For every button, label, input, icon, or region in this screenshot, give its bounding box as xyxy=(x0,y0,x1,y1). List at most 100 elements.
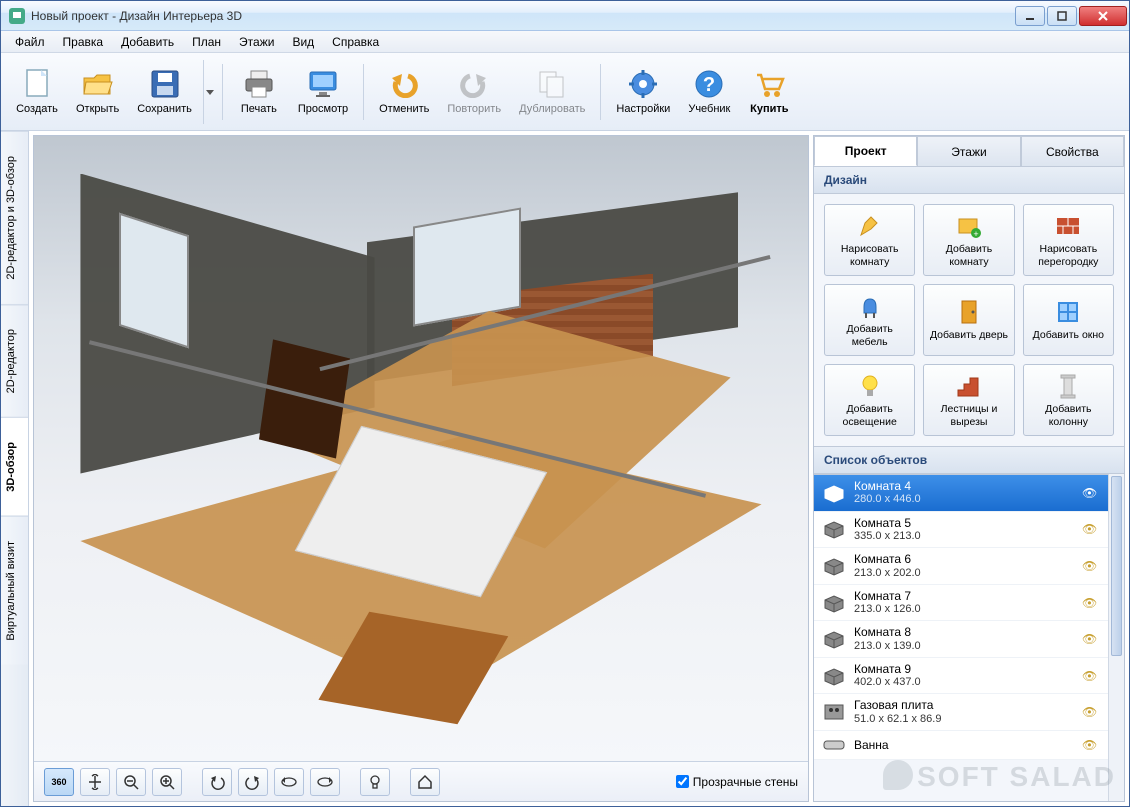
tab-properties[interactable]: Свойства xyxy=(1021,136,1124,166)
stairs-button[interactable]: Лестницы и вырезы xyxy=(923,364,1014,436)
visibility-icon[interactable]: 👁 xyxy=(1082,669,1100,683)
side-tab-3d[interactable]: 3D-обзор xyxy=(1,417,28,516)
home-button[interactable] xyxy=(410,768,440,796)
zoom-in-button[interactable] xyxy=(152,768,182,796)
menu-help[interactable]: Справка xyxy=(324,33,387,51)
minimize-button[interactable] xyxy=(1015,6,1045,26)
object-dimensions: 213.0 x 202.0 xyxy=(854,567,1074,580)
object-dimensions: 213.0 x 139.0 xyxy=(854,640,1074,653)
object-list-container: Комната 4 280.0 x 446.0 👁 Комната 5 335.… xyxy=(814,474,1124,801)
window-title: Новый проект - Дизайн Интерьера 3D xyxy=(31,9,1015,23)
app-icon xyxy=(9,8,25,24)
view-360-button[interactable]: 360 xyxy=(44,768,74,796)
titlebar: Новый проект - Дизайн Интерьера 3D xyxy=(1,1,1129,31)
visibility-icon[interactable]: 👁 xyxy=(1082,705,1100,719)
create-button[interactable]: Создать xyxy=(9,60,65,124)
scrollbar[interactable] xyxy=(1108,474,1124,801)
side-tab-combo[interactable]: 2D-редактор и 3D-обзор xyxy=(1,131,28,304)
object-name: Комната 7 xyxy=(854,589,1074,603)
object-list-item[interactable]: Комната 9 402.0 x 437.0 👁 xyxy=(814,658,1108,695)
label: Создать xyxy=(16,103,58,115)
orbit-left-button[interactable] xyxy=(274,768,304,796)
box-icon xyxy=(822,519,846,539)
object-list-item[interactable]: Комната 7 213.0 x 126.0 👁 xyxy=(814,585,1108,622)
object-list-item[interactable]: Комната 4 280.0 x 446.0 👁 xyxy=(814,475,1108,512)
rotate-left-button[interactable] xyxy=(202,768,232,796)
object-name: Комната 8 xyxy=(854,625,1074,639)
undo-icon xyxy=(388,68,420,100)
design-tools-grid: Нарисовать комнату +Добавить комнату Нар… xyxy=(814,194,1124,446)
side-tab-virtual[interactable]: Виртуальный визит xyxy=(1,516,28,665)
new-file-icon xyxy=(21,68,53,100)
add-window-button[interactable]: Добавить окно xyxy=(1023,284,1114,356)
menu-file[interactable]: Файл xyxy=(7,33,53,51)
tutorial-button[interactable]: ? Учебник xyxy=(681,60,737,124)
visibility-icon[interactable]: 👁 xyxy=(1082,738,1100,752)
room-add-icon: + xyxy=(955,212,983,240)
open-button[interactable]: Открыть xyxy=(69,60,126,124)
menu-view[interactable]: Вид xyxy=(284,33,322,51)
chair-icon xyxy=(856,292,884,320)
object-name: Комната 4 xyxy=(854,479,1074,493)
menubar: Файл Правка Добавить План Этажи Вид Спра… xyxy=(1,31,1129,53)
object-list-item[interactable]: Ванна 👁 xyxy=(814,731,1108,760)
visibility-icon[interactable]: 👁 xyxy=(1082,559,1100,573)
side-tab-bar: 2D-редактор и 3D-обзор 2D-редактор 3D-об… xyxy=(1,131,29,806)
duplicate-button[interactable]: Дублировать xyxy=(512,60,592,124)
view-toolbar: 360 Прозрачные стены xyxy=(34,761,808,801)
visibility-icon[interactable]: 👁 xyxy=(1082,522,1100,536)
scrollbar-thumb[interactable] xyxy=(1111,476,1122,656)
label: Просмотр xyxy=(298,103,348,115)
label: Купить xyxy=(750,103,788,115)
pan-button[interactable] xyxy=(80,768,110,796)
lighting-button[interactable] xyxy=(360,768,390,796)
visibility-icon[interactable]: 👁 xyxy=(1082,632,1100,646)
3d-canvas[interactable] xyxy=(34,136,808,761)
object-list-item[interactable]: Газовая плита 51.0 x 62.1 x 86.9 👁 xyxy=(814,694,1108,731)
box-icon xyxy=(822,593,846,613)
monitor-icon xyxy=(307,68,339,100)
transparent-walls-checkbox[interactable]: Прозрачные стены xyxy=(676,775,798,789)
object-list-item[interactable]: Комната 8 213.0 x 139.0 👁 xyxy=(814,621,1108,658)
object-list-item[interactable]: Комната 5 335.0 x 213.0 👁 xyxy=(814,512,1108,549)
buy-button[interactable]: Купить xyxy=(741,60,797,124)
box-icon xyxy=(822,556,846,576)
add-room-button[interactable]: +Добавить комнату xyxy=(923,204,1014,276)
printer-icon xyxy=(243,68,275,100)
rotate-right-button[interactable] xyxy=(238,768,268,796)
orbit-right-button[interactable] xyxy=(310,768,340,796)
tab-floors[interactable]: Этажи xyxy=(917,136,1020,166)
settings-button[interactable]: Настройки xyxy=(609,60,677,124)
preview-button[interactable]: Просмотр xyxy=(291,60,355,124)
zoom-out-button[interactable] xyxy=(116,768,146,796)
close-button[interactable] xyxy=(1079,6,1127,26)
tab-project[interactable]: Проект xyxy=(814,136,917,166)
undo-button[interactable]: Отменить xyxy=(372,60,436,124)
door-icon xyxy=(955,298,983,326)
maximize-button[interactable] xyxy=(1047,6,1077,26)
menu-edit[interactable]: Правка xyxy=(55,33,112,51)
print-button[interactable]: Печать xyxy=(231,60,287,124)
transparent-walls-input[interactable] xyxy=(676,775,689,788)
visibility-icon[interactable]: 👁 xyxy=(1082,486,1100,500)
add-door-button[interactable]: Добавить дверь xyxy=(923,284,1014,356)
label: Дублировать xyxy=(519,103,585,115)
menu-floors[interactable]: Этажи xyxy=(231,33,282,51)
gear-icon xyxy=(627,68,659,100)
object-name: Комната 5 xyxy=(854,516,1074,530)
visibility-icon[interactable]: 👁 xyxy=(1082,596,1100,610)
stairs-icon xyxy=(955,372,983,400)
add-column-button[interactable]: Добавить колонну xyxy=(1023,364,1114,436)
redo-button[interactable]: Повторить xyxy=(440,60,508,124)
save-button[interactable]: Сохранить xyxy=(130,60,199,124)
draw-wall-button[interactable]: Нарисовать перегородку xyxy=(1023,204,1114,276)
object-list-item[interactable]: Комната 6 213.0 x 202.0 👁 xyxy=(814,548,1108,585)
menu-add[interactable]: Добавить xyxy=(113,33,182,51)
menu-plan[interactable]: План xyxy=(184,33,229,51)
app-window: Новый проект - Дизайн Интерьера 3D Файл … xyxy=(0,0,1130,807)
add-light-button[interactable]: Добавить освещение xyxy=(824,364,915,436)
side-tab-2d[interactable]: 2D-редактор xyxy=(1,304,28,417)
save-dropdown[interactable] xyxy=(203,60,214,124)
draw-room-button[interactable]: Нарисовать комнату xyxy=(824,204,915,276)
add-furniture-button[interactable]: Добавить мебель xyxy=(824,284,915,356)
